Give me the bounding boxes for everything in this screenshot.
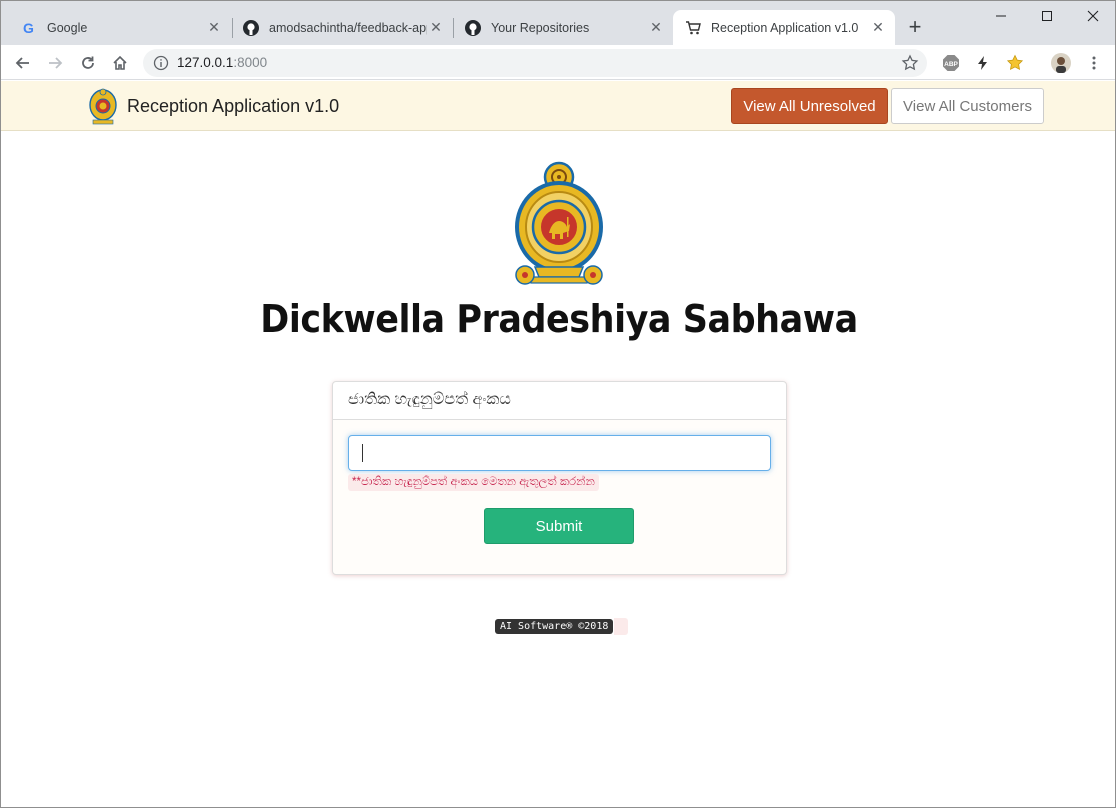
more-vert-icon xyxy=(1092,56,1096,70)
app-title[interactable]: Reception Application v1.0 xyxy=(127,96,339,117)
svg-text:ABP: ABP xyxy=(944,61,958,68)
sri-lanka-emblem-icon xyxy=(515,161,603,285)
lightning-icon xyxy=(978,56,987,70)
tab-title: amodsachintha/feedback-app xyxy=(269,20,427,35)
lightning-extension[interactable] xyxy=(971,51,995,75)
address-bar[interactable]: 127.0.0.1:8000 xyxy=(143,49,927,77)
url-port: :8000 xyxy=(233,55,268,70)
maximize-button[interactable] xyxy=(1024,1,1070,31)
footer-tail xyxy=(614,618,629,635)
cart-icon xyxy=(685,20,701,36)
home-button[interactable] xyxy=(108,51,132,75)
reload-button[interactable] xyxy=(76,51,100,75)
organization-title: Dickwella Pradeshiya Sabhawa xyxy=(260,297,858,341)
menu-button[interactable] xyxy=(1082,51,1106,75)
browser-window: G Google ✕ amodsachintha/feedback-app ✕ … xyxy=(0,0,1116,808)
forward-button[interactable] xyxy=(43,51,67,75)
tab-title: Your Repositories xyxy=(491,20,590,35)
browser-toolbar: 127.0.0.1:8000 ABP xyxy=(1,45,1115,80)
tab-github-feedback[interactable]: amodsachintha/feedback-app ✕ xyxy=(231,10,453,45)
panel-heading: ජාතික හැඳුනුම්පත් අංකය xyxy=(333,382,786,420)
github-icon xyxy=(243,19,259,36)
back-button[interactable] xyxy=(11,51,35,75)
info-icon[interactable] xyxy=(153,55,169,71)
tab-reception-app[interactable]: Reception Application v1.0 ✕ xyxy=(673,10,895,45)
close-tab-icon[interactable]: ✕ xyxy=(647,19,665,37)
emblem-logo-icon[interactable] xyxy=(87,87,119,127)
reload-icon xyxy=(82,56,94,69)
avatar-icon xyxy=(1051,53,1071,73)
minimize-button[interactable] xyxy=(978,1,1024,31)
close-window-button[interactable] xyxy=(1070,1,1115,31)
submit-button[interactable]: Submit xyxy=(484,508,634,544)
github-icon xyxy=(465,19,481,36)
adblock-extension[interactable]: ABP xyxy=(939,51,963,75)
bookmark-star-icon[interactable] xyxy=(901,54,919,72)
star-extension[interactable] xyxy=(1003,51,1027,75)
tab-github-repos[interactable]: Your Repositories ✕ xyxy=(453,10,673,45)
forward-arrow-icon xyxy=(49,57,63,69)
close-tab-icon[interactable]: ✕ xyxy=(869,19,887,37)
adblock-icon: ABP xyxy=(943,55,959,71)
home-icon xyxy=(113,55,127,70)
nic-form-panel: ජාතික හැඳුනුම්පත් අංකය **ජාතික හැඳුනුම්ප… xyxy=(332,381,787,575)
new-tab-button[interactable]: + xyxy=(903,16,927,40)
google-icon: G xyxy=(21,20,37,36)
copyright-badge: AI Software® ©2018 xyxy=(495,619,614,634)
app-navbar: Reception Application v1.0 View All Unre… xyxy=(1,81,1115,131)
tab-title: Google xyxy=(47,20,88,35)
profile-avatar[interactable] xyxy=(1049,51,1073,75)
nic-input[interactable] xyxy=(348,435,771,471)
tab-strip: G Google ✕ amodsachintha/feedback-app ✕ … xyxy=(1,1,1115,45)
footer: AI Software® ©2018 xyxy=(495,618,629,635)
url-text: 127.0.0.1:8000 xyxy=(177,55,267,70)
close-tab-icon[interactable]: ✕ xyxy=(427,19,445,37)
view-customers-button[interactable]: View All Customers xyxy=(891,88,1044,124)
tab-google[interactable]: G Google ✕ xyxy=(9,10,231,45)
svg-text:G: G xyxy=(23,20,34,36)
nic-hint-text: **ජාතික හැඳුනුම්පත් අංකය මෙතන ඇතුලත් කරන… xyxy=(348,474,599,491)
text-cursor xyxy=(362,444,363,462)
gold-star-icon xyxy=(1006,54,1024,71)
close-tab-icon[interactable]: ✕ xyxy=(205,19,223,37)
back-arrow-icon xyxy=(15,57,29,69)
url-host: 127.0.0.1 xyxy=(177,55,234,70)
tab-title: Reception Application v1.0 xyxy=(711,20,859,35)
view-unresolved-button[interactable]: View All Unresolved xyxy=(731,88,888,124)
